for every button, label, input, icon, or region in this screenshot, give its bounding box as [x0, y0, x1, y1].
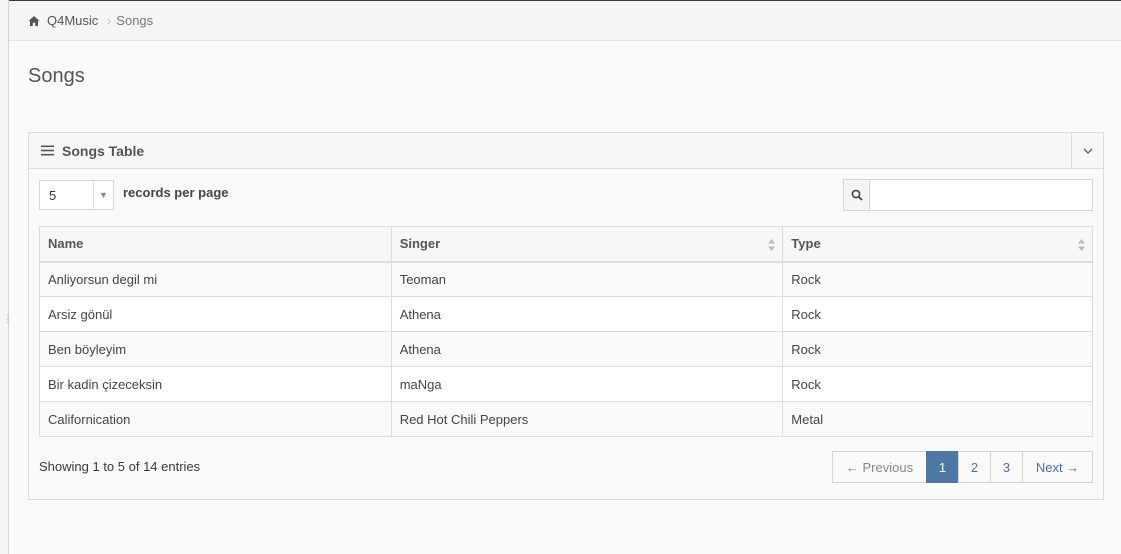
resize-handle-icon[interactable]: ⋮: [3, 315, 13, 334]
previous-page-button[interactable]: ← Previous: [832, 451, 927, 483]
cell-singer: maNga: [390, 366, 784, 402]
songs-table-widget: Songs Table 5 ▼ records per page Name Si…: [28, 132, 1104, 500]
cell-singer: Athena: [390, 296, 784, 332]
cell-name: Anliyorsun degil mi: [39, 261, 392, 297]
widget-header: Songs Table: [29, 133, 1103, 169]
page-length-select[interactable]: 5 ▼: [39, 180, 114, 210]
table-info: Showing 1 to 5 of 14 entries: [39, 459, 201, 474]
cell-type: Rock: [782, 331, 1093, 367]
breadcrumb: Q4Music › Songs: [9, 0, 1121, 41]
cell-name: Californication: [39, 401, 392, 437]
breadcrumb-home-link[interactable]: Q4Music: [47, 13, 98, 28]
cell-type: Rock: [782, 261, 1093, 297]
search-input[interactable]: [870, 180, 1092, 210]
pagination: ← Previous 1 2 3 Next →: [832, 451, 1093, 483]
cell-singer: Teoman: [390, 261, 784, 297]
main-content: Songs Songs Table 5 ▼ records per page N…: [9, 41, 1121, 554]
search-icon: [844, 180, 870, 210]
table-row[interactable]: Arsiz gönül Athena Rock: [39, 296, 1093, 332]
breadcrumb-current: Songs: [116, 13, 154, 28]
cell-singer: Athena: [390, 331, 784, 367]
cell-name: Arsiz gönül: [39, 296, 392, 332]
cell-type: Rock: [782, 366, 1093, 402]
cell-type: Metal: [782, 401, 1093, 437]
table-row[interactable]: Bir kadin çizeceksin maNga Rock: [39, 366, 1093, 402]
search-box: [843, 179, 1093, 211]
page-button-1[interactable]: 1: [926, 451, 959, 483]
home-icon[interactable]: [28, 15, 40, 27]
breadcrumb-separator: ›: [107, 13, 112, 28]
dropdown-arrow-icon: ▼: [93, 181, 113, 209]
page-length-value: 5: [49, 187, 57, 203]
cell-name: Ben böyleyim: [39, 331, 392, 367]
cell-type: Rock: [782, 296, 1093, 332]
table-row[interactable]: Ben böyleyim Athena Rock: [39, 331, 1093, 367]
collapse-button[interactable]: [1071, 133, 1103, 168]
widget-title: Songs Table: [62, 142, 145, 159]
list-icon: [41, 145, 54, 156]
cell-singer: Red Hot Chili Peppers: [390, 401, 784, 437]
page-length-label: records per page: [123, 185, 229, 200]
column-header-singer[interactable]: Singer: [390, 226, 784, 263]
table-row[interactable]: Californication Red Hot Chili Peppers Me…: [39, 401, 1093, 437]
next-page-button[interactable]: Next →: [1022, 451, 1093, 483]
sort-icon: [768, 239, 776, 251]
page-button-3[interactable]: 3: [990, 451, 1023, 483]
chevron-down-icon: [1083, 148, 1092, 154]
sidebar-collapse-strip[interactable]: ⋮: [0, 0, 13, 554]
page-title: Songs: [28, 65, 85, 87]
songs-table: Name Singer Type Anliyorsun degil mi Teo…: [39, 226, 1093, 437]
table-row[interactable]: Anliyorsun degil mi Teoman Rock: [39, 261, 1093, 297]
page-button-2[interactable]: 2: [958, 451, 991, 483]
sort-icon: [1078, 239, 1085, 251]
column-header-name[interactable]: Name: [39, 226, 392, 263]
column-header-type-label: Type: [791, 236, 821, 252]
column-header-type[interactable]: Type: [782, 226, 1093, 263]
column-header-singer-label: Singer: [399, 236, 441, 252]
cell-name: Bir kadin çizeceksin: [39, 366, 392, 402]
